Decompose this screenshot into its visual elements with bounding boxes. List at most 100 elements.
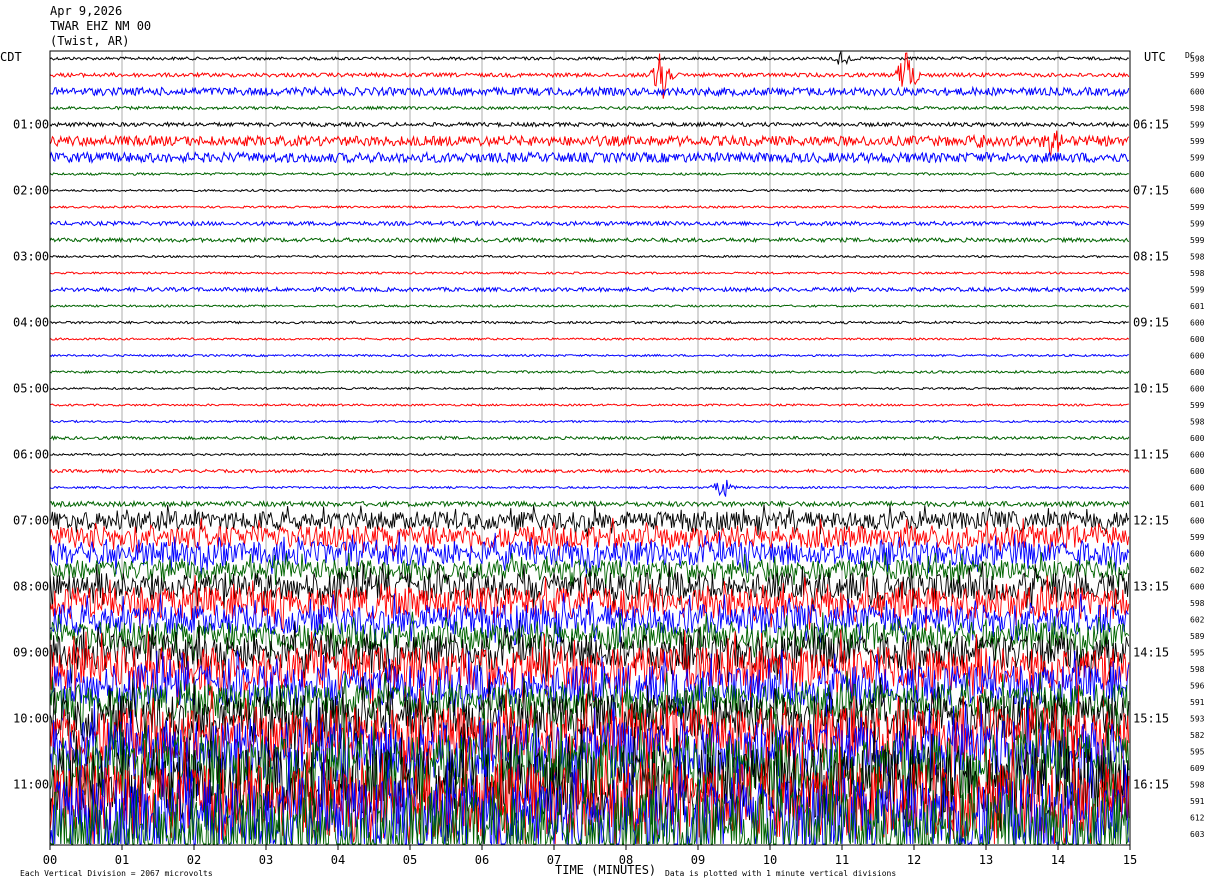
dc-offset-value: 600 [1190, 88, 1205, 97]
dc-offset-value: 591 [1190, 698, 1205, 707]
x-tick-label: 00 [43, 853, 57, 867]
right-time-label: 15:15 [1133, 712, 1169, 726]
dc-offset-value: 600 [1190, 368, 1205, 377]
trace-row-7 [49, 171, 1129, 177]
dc-offset-value: 600 [1190, 352, 1205, 361]
trace-row-14 [49, 286, 1130, 294]
trace-row-24 [49, 452, 1130, 457]
trace-row-5 [49, 130, 1130, 157]
trace-row-17 [49, 337, 1130, 341]
x-tick-label: 06 [475, 853, 489, 867]
dc-offset-value: 600 [1190, 451, 1205, 460]
dc-offset-value: 599 [1190, 137, 1205, 146]
right-time-label: 14:15 [1133, 646, 1169, 660]
trace-row-18 [49, 353, 1129, 358]
dc-offset-value: 609 [1190, 764, 1205, 773]
dc-column-header: DC [1185, 51, 1195, 60]
dc-offset-value: 600 [1190, 335, 1205, 344]
trace-row-19 [49, 369, 1130, 375]
dc-offset-value: 600 [1190, 170, 1205, 179]
dc-offset-value: 612 [1190, 814, 1205, 823]
x-axis-title: TIME (MINUTES) [555, 863, 656, 877]
dc-offset-value: 595 [1190, 649, 1205, 658]
right-time-label: 06:15 [1133, 118, 1169, 132]
x-tick-label: 04 [331, 853, 345, 867]
right-time-label: 12:15 [1133, 514, 1169, 528]
trace-row-25 [49, 468, 1130, 474]
right-time-label: 11:15 [1133, 448, 1169, 462]
trace-row-11 [49, 236, 1130, 244]
dc-offset-value: 600 [1190, 319, 1205, 328]
trace-row-12 [49, 254, 1129, 259]
x-tick-label: 10 [763, 853, 777, 867]
dc-offset-value: 591 [1190, 797, 1205, 806]
left-time-label: 10:00 [13, 712, 49, 726]
dc-offset-value: 600 [1190, 517, 1205, 526]
left-time-label: 05:00 [13, 382, 49, 396]
left-time-label: 08:00 [13, 580, 49, 594]
right-time-label: 10:15 [1133, 382, 1169, 396]
x-tick-label: 11 [835, 853, 849, 867]
x-tick-label: 14 [1051, 853, 1065, 867]
helicorder-plot: 01:00 02:00 03:00 04:00 05:00 06:00 07:00 08:00… [0, 0, 1210, 890]
dc-offset-value: 599 [1190, 220, 1205, 229]
left-time-label: 07:00 [13, 514, 49, 528]
right-time-label: 16:15 [1133, 778, 1169, 792]
footer-division-note: Data is plotted with 1 minute vertical d… [665, 869, 896, 878]
right-time-label: 08:15 [1133, 250, 1169, 264]
left-time-label: 06:00 [13, 448, 49, 462]
right-timezone-label: UTC [1144, 50, 1166, 64]
x-tick-label: 15 [1123, 853, 1137, 867]
trace-row-20 [49, 386, 1129, 391]
left-time-label: 03:00 [13, 250, 49, 264]
dc-offset-value: 598 [1190, 269, 1205, 278]
left-timezone-label: CDT [0, 50, 22, 64]
dc-offset-value: 598 [1190, 253, 1205, 262]
trace-row-21 [49, 403, 1129, 407]
trace-row-23 [49, 435, 1130, 441]
dc-offset-value: 601 [1190, 500, 1205, 509]
dc-offset-value: 601 [1190, 302, 1205, 311]
trace-row-8 [49, 188, 1130, 193]
footer-scale-note: Each Vertical Division = 2067 microvolts [20, 869, 213, 878]
dc-offset-value: 598 [1190, 104, 1205, 113]
left-time-label: 09:00 [13, 646, 49, 660]
trace-row-15 [49, 304, 1129, 308]
dc-offset-value: 600 [1190, 385, 1205, 394]
dc-offset-value: 600 [1190, 187, 1205, 196]
left-time-label: 01:00 [13, 118, 49, 132]
right-time-label: 13:15 [1133, 580, 1169, 594]
dc-offset-value: 598 [1190, 418, 1205, 427]
right-time-label: 09:15 [1133, 316, 1169, 330]
dc-offset-value: 599 [1190, 71, 1205, 80]
left-time-label: 11:00 [13, 778, 49, 792]
dc-offset-value: 596 [1190, 682, 1205, 691]
dc-offset-value: 598 [1190, 599, 1205, 608]
left-time-label: 02:00 [13, 184, 49, 198]
x-tick-label: 09 [691, 853, 705, 867]
trace-row-6 [49, 150, 1130, 165]
dc-offset-value: 603 [1190, 830, 1205, 839]
dc-offset-value: 598 [1190, 781, 1205, 790]
trace-row-9 [49, 205, 1129, 209]
dc-offset-value: 600 [1190, 583, 1205, 592]
trace-row-22 [49, 419, 1129, 424]
left-time-label: 04:00 [13, 316, 49, 330]
trace-row-3 [49, 105, 1129, 111]
x-tick-label: 01 [115, 853, 129, 867]
dc-offset-value: 599 [1190, 154, 1205, 163]
dc-offset-value: 593 [1190, 715, 1205, 724]
dc-offset-value: 582 [1190, 731, 1205, 740]
dc-offset-value: 602 [1190, 616, 1205, 625]
helicorder-svg: 01:00 02:00 03:00 04:00 05:00 06:00 07:00 08:00… [0, 50, 1205, 878]
trace-row-13 [49, 271, 1129, 275]
dc-offset-value: 600 [1190, 434, 1205, 443]
trace-row-4 [49, 120, 1130, 128]
dc-offset-value: 600 [1190, 467, 1205, 476]
trace-row-27 [49, 499, 1130, 509]
trace-row-2 [49, 85, 1130, 98]
dc-offset-value: 599 [1190, 121, 1205, 130]
dc-offset-value: 599 [1190, 286, 1205, 295]
dc-offset-value: 599 [1190, 236, 1205, 245]
trace-row-0 [49, 50, 1129, 66]
